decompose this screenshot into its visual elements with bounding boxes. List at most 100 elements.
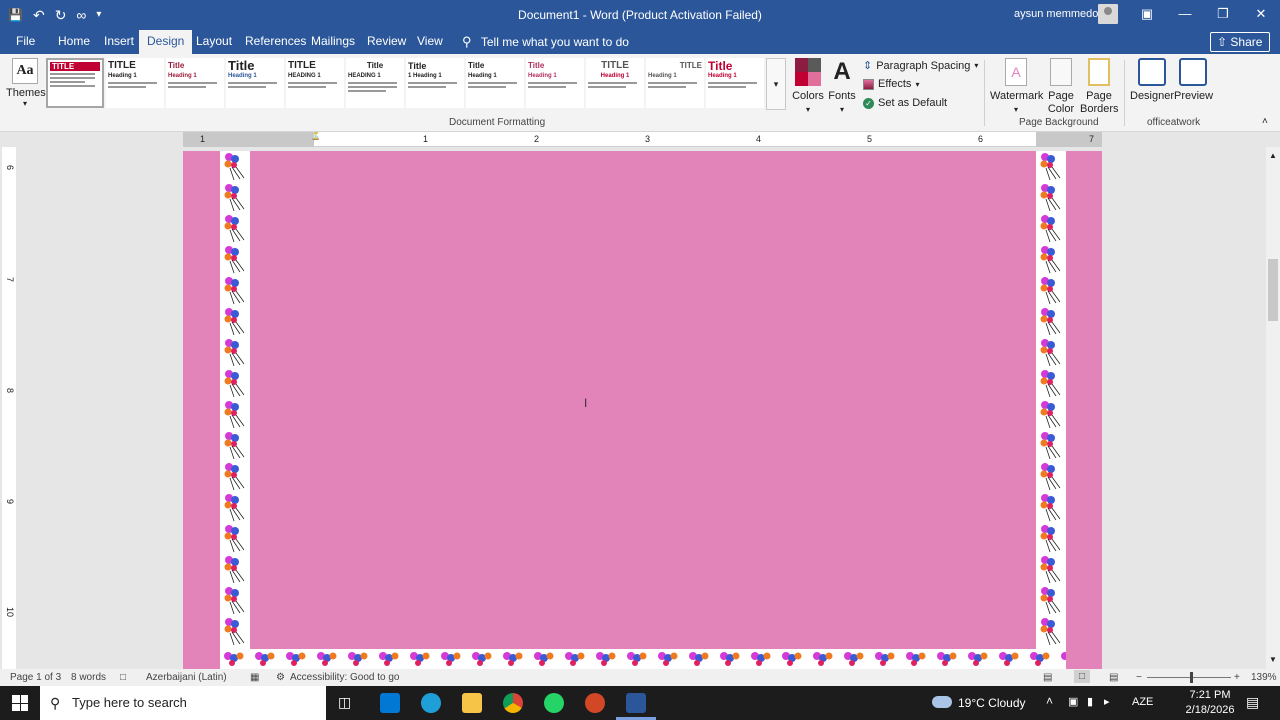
web-layout-icon[interactable]: ▤ (1109, 672, 1118, 683)
whatsapp-icon[interactable] (544, 693, 564, 713)
tab-mailings[interactable]: Mailings (309, 30, 357, 54)
edge-icon[interactable] (421, 693, 441, 713)
tab-view[interactable]: View (415, 30, 445, 54)
style-set-item[interactable]: TITLE Heading 1 (646, 58, 704, 108)
tab-layout[interactable]: Layout (194, 30, 234, 54)
macro-icon[interactable]: ▦ (250, 672, 259, 683)
accessibility-status[interactable]: Accessibility: Good to go (290, 672, 400, 683)
paragraph-spacing-icon: ⇕ (863, 60, 873, 72)
page-borders-button[interactable]: Page Borders (1080, 58, 1119, 116)
task-view-icon[interactable]: ◫ (338, 694, 351, 711)
designer-button[interactable]: Designer (1130, 58, 1174, 103)
status-bar: Page 1 of 3 8 words □ Azerbaijani (Latin… (0, 669, 1280, 686)
tab-insert[interactable]: Insert (102, 30, 136, 54)
page-color-button[interactable]: Page Color (1042, 58, 1080, 116)
tab-design[interactable]: Design (139, 30, 193, 54)
chevron-up-icon[interactable]: ˄ (1046, 694, 1053, 708)
style-set-item[interactable]: Title Heading 1 (706, 58, 764, 108)
weather-text[interactable]: 19°C Cloudy (958, 696, 1026, 710)
style-set-item[interactable]: Title HEADING 1 (346, 58, 404, 108)
vertical-scrollbar[interactable]: ▲ ▼ (1266, 147, 1280, 669)
paragraph-spacing-button[interactable]: ⇕ Paragraph Spacing ▾ (863, 59, 978, 73)
style-set-item[interactable]: TITLE Heading 1 (106, 58, 164, 108)
zoom-in-button[interactable]: + (1234, 672, 1240, 683)
chrome-icon[interactable] (503, 693, 523, 713)
scrollbar-thumb[interactable] (1268, 259, 1278, 321)
style-set-item[interactable]: Title Heading 1 (226, 58, 284, 108)
style-set-item[interactable]: Title 1 Heading 1 (406, 58, 464, 108)
language-indicator[interactable]: Azerbaijani (Latin) (146, 672, 227, 683)
style-set-item[interactable]: Title Heading 1 (466, 58, 524, 108)
scroll-up-icon[interactable]: ▲ (1269, 151, 1277, 160)
proofing-icon[interactable]: □ (120, 672, 126, 683)
style-title: Title (708, 59, 733, 73)
preview-icon (1179, 58, 1207, 86)
ruler-number: 8 (5, 388, 15, 394)
style-set-item[interactable]: TITLE HEADING 1 (286, 58, 344, 108)
indent-marker-icon[interactable]: ⏳ (310, 132, 321, 141)
tab-file[interactable]: File (14, 30, 37, 54)
zoom-slider[interactable] (1147, 677, 1231, 678)
zoom-slider-thumb[interactable] (1190, 672, 1193, 683)
themes-button[interactable]: Aa Themes ▾ (6, 58, 46, 108)
preview-button[interactable]: Preview (1174, 58, 1213, 103)
effects-button[interactable]: Effects ▾ (863, 78, 919, 90)
designer-icon (1138, 58, 1166, 86)
collapse-ribbon-icon[interactable]: ˄ (1262, 116, 1268, 127)
page-count[interactable]: Page 1 of 3 (10, 672, 61, 683)
clock-date[interactable]: 2/18/2026 (1180, 704, 1240, 716)
network-icon[interactable]: ▣ (1068, 695, 1078, 708)
restore-button[interactable]: ❐ (1204, 0, 1242, 30)
style-set-item[interactable]: TITLE Heading 1 (586, 58, 644, 108)
battery-icon[interactable]: ▮ (1087, 695, 1093, 708)
set-as-default-button[interactable]: ✓ Set as Default (863, 97, 947, 109)
close-button[interactable]: ✕ (1242, 0, 1280, 30)
style-set-item[interactable]: TITLE (46, 58, 104, 108)
style-title: Title (228, 58, 255, 73)
read-mode-icon[interactable]: ▤ (1043, 672, 1052, 683)
horizontal-ruler[interactable]: 1 1 2 3 4 5 6 7 ⏳ (183, 132, 1102, 147)
style-set-item[interactable]: Title Heading 1 (526, 58, 584, 108)
ribbon-display-options-icon[interactable]: ▣ (1128, 0, 1166, 30)
watermark-icon: A (1005, 58, 1027, 86)
vertical-ruler[interactable]: 6 7 8 9 10 (2, 147, 16, 669)
gallery-more-button[interactable]: ▾ (766, 58, 786, 110)
zoom-level[interactable]: 139% (1251, 672, 1277, 683)
style-heading: Heading 1 (648, 73, 677, 79)
word-count[interactable]: 8 words (71, 672, 106, 683)
style-set-item[interactable]: Title Heading 1 (166, 58, 224, 108)
taskbar-search-input[interactable]: ⚲ Type here to search (40, 686, 326, 720)
chevron-down-icon: ▾ (1013, 105, 1018, 114)
fonts-button[interactable]: A Fonts ▾ (826, 58, 858, 116)
share-button[interactable]: ⇧ Share (1210, 32, 1270, 52)
microsoft-store-icon[interactable] (380, 693, 400, 713)
chevron-down-icon: ▾ (915, 79, 920, 89)
tell-me-box[interactable]: ⚲ Tell me what you want to do (462, 34, 629, 50)
ruler-number: 7 (5, 277, 15, 283)
zoom-out-button[interactable]: − (1136, 672, 1142, 683)
clock-time[interactable]: 7:21 PM (1180, 689, 1240, 701)
windows-start-icon[interactable] (12, 695, 28, 711)
print-layout-icon[interactable]: □ (1074, 670, 1091, 683)
chevron-down-icon: ▾ (773, 79, 779, 89)
tab-references[interactable]: References (243, 30, 308, 54)
powerpoint-icon[interactable] (585, 693, 605, 713)
file-explorer-icon[interactable] (462, 693, 482, 713)
minimize-button[interactable]: — (1166, 0, 1204, 30)
watermark-button[interactable]: A Watermark ▾ (990, 58, 1043, 116)
notifications-icon[interactable]: ▤ (1246, 694, 1259, 711)
tab-home[interactable]: Home (56, 30, 92, 54)
scroll-down-icon[interactable]: ▼ (1269, 655, 1277, 664)
document-page[interactable]: I (183, 151, 1102, 669)
tab-review[interactable]: Review (365, 30, 408, 54)
ruler-number: 10 (5, 607, 15, 618)
volume-icon[interactable]: ▸ (1104, 695, 1110, 708)
colors-button[interactable]: Colors ▾ (791, 58, 825, 116)
avatar[interactable] (1098, 4, 1118, 24)
group-separator (984, 60, 985, 126)
word-icon[interactable] (626, 693, 646, 713)
ruler-number: 9 (5, 499, 15, 505)
input-language[interactable]: AZE (1132, 696, 1153, 708)
user-name[interactable]: aysun memmedova (1014, 8, 1110, 20)
group-label-officeatwork: officeatwork (1147, 117, 1201, 128)
